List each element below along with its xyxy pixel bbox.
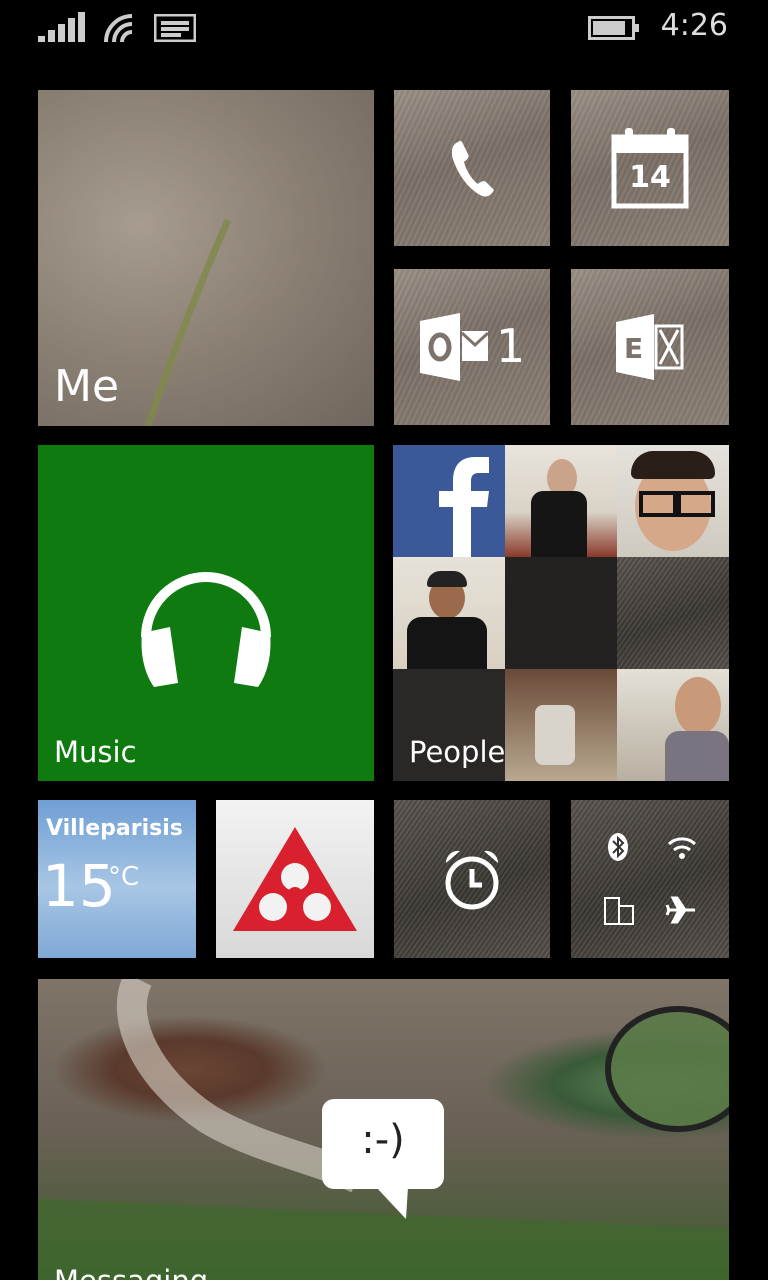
battery-icon <box>588 16 639 40</box>
people-tile-background <box>617 557 729 669</box>
outlook-icon <box>420 313 490 381</box>
wifi-icon <box>667 837 697 859</box>
clock-time: 4:26 <box>660 8 728 43</box>
rotation-lock-icon <box>604 897 634 925</box>
status-bar: 4:26 <box>0 0 768 60</box>
calendar-day: 14 <box>629 160 671 195</box>
facebook-icon <box>393 445 505 557</box>
headphones-icon <box>141 572 271 687</box>
tile-music-label: Music <box>54 735 137 769</box>
weather-temperature: 15 <box>42 852 116 920</box>
tile-people-label: People <box>409 735 506 769</box>
tile-outlook-mail[interactable]: 1 <box>394 269 550 425</box>
outlook-unread-count: 1 <box>496 319 526 373</box>
wifi-icon <box>104 14 133 43</box>
tile-bank-app[interactable] <box>216 800 374 958</box>
message-notification-icon <box>154 14 196 42</box>
messaging-emoticon: :-) <box>361 1117 405 1163</box>
bluetooth-icon <box>608 833 628 861</box>
tile-weather[interactable]: Villeparisis 15 °C <box>38 800 196 958</box>
bank-logo-icon <box>233 827 357 931</box>
svg-text:E: E <box>624 332 643 365</box>
tile-phone[interactable] <box>394 90 550 246</box>
tile-messaging-label: Messaging <box>54 1264 208 1280</box>
contact-photo <box>617 445 729 557</box>
phone-icon <box>451 140 494 197</box>
contact-photo <box>505 669 617 781</box>
signal-icon <box>38 12 85 42</box>
tile-music[interactable]: Music <box>38 445 374 781</box>
contact-photo <box>617 669 729 781</box>
tile-messaging[interactable]: :-) Messaging <box>38 979 729 1280</box>
airplane-icon <box>665 896 695 924</box>
weather-city: Villeparisis <box>46 816 183 841</box>
tile-calendar[interactable]: 14 <box>571 90 729 246</box>
weather-unit: °C <box>108 862 140 892</box>
tile-me[interactable]: Me <box>38 90 374 426</box>
contact-photo <box>505 445 617 557</box>
tile-people[interactable]: People <box>393 445 729 781</box>
contact-photo <box>393 557 505 669</box>
alarm-clock-icon <box>445 850 499 910</box>
tile-me-label: Me <box>54 361 120 412</box>
tile-quick-settings[interactable] <box>571 800 729 958</box>
people-tile-background <box>505 557 617 669</box>
tile-exchange[interactable]: E <box>571 269 729 425</box>
exchange-icon: E <box>616 314 684 380</box>
tile-alarms[interactable] <box>394 800 550 958</box>
